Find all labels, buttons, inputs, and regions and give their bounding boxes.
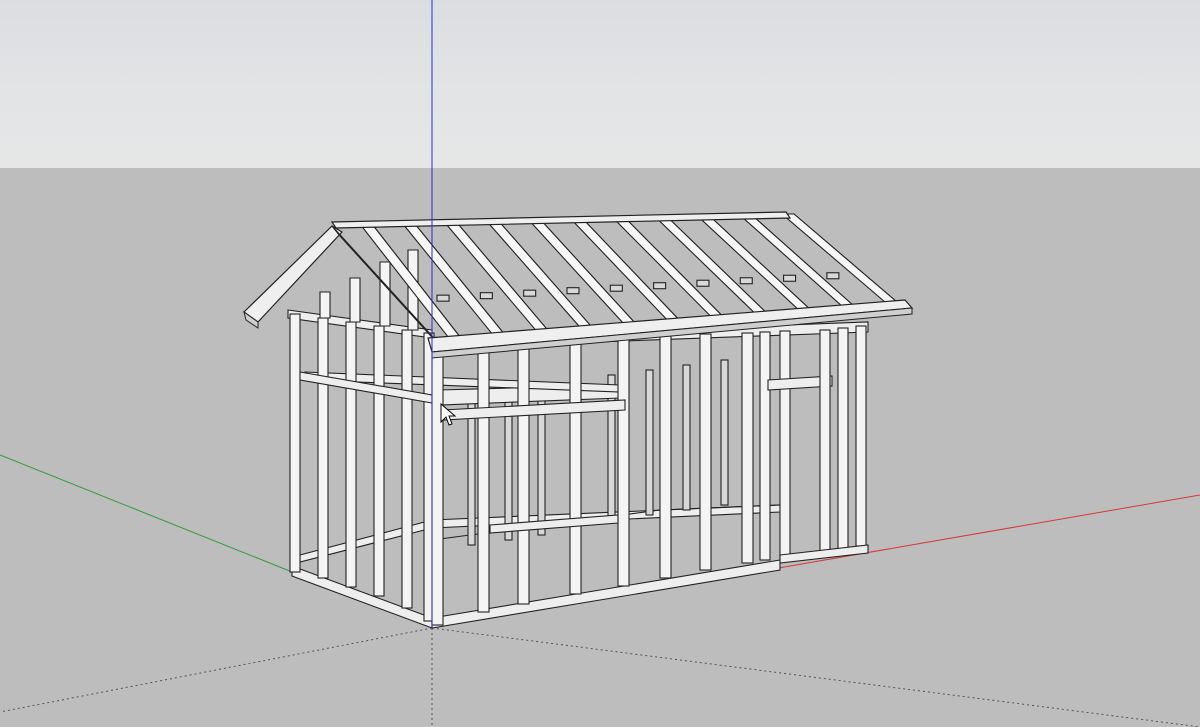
dotted-red-axis: [0, 627, 433, 713]
rafter-blocking: [696, 279, 710, 287]
rafter-blocking: [523, 289, 537, 297]
rafter-blocking: [783, 274, 797, 282]
rafter-blocking: [436, 294, 450, 302]
rafter[interactable]: [443, 221, 554, 336]
rafter-blocking: [653, 282, 667, 290]
rafter-blocking: [609, 284, 623, 292]
dotted-green-axis: [431, 627, 1200, 727]
rafter-blocking: [826, 272, 840, 280]
rafter-blocking: [739, 277, 753, 285]
left-gable-wall[interactable]: [287, 249, 435, 622]
modeling-viewport[interactable]: [0, 0, 1200, 727]
rafter-blocking: [479, 292, 493, 300]
3d-scene[interactable]: [0, 0, 1200, 727]
ridge-board[interactable]: [330, 211, 792, 229]
rafter-blocking: [566, 287, 580, 295]
